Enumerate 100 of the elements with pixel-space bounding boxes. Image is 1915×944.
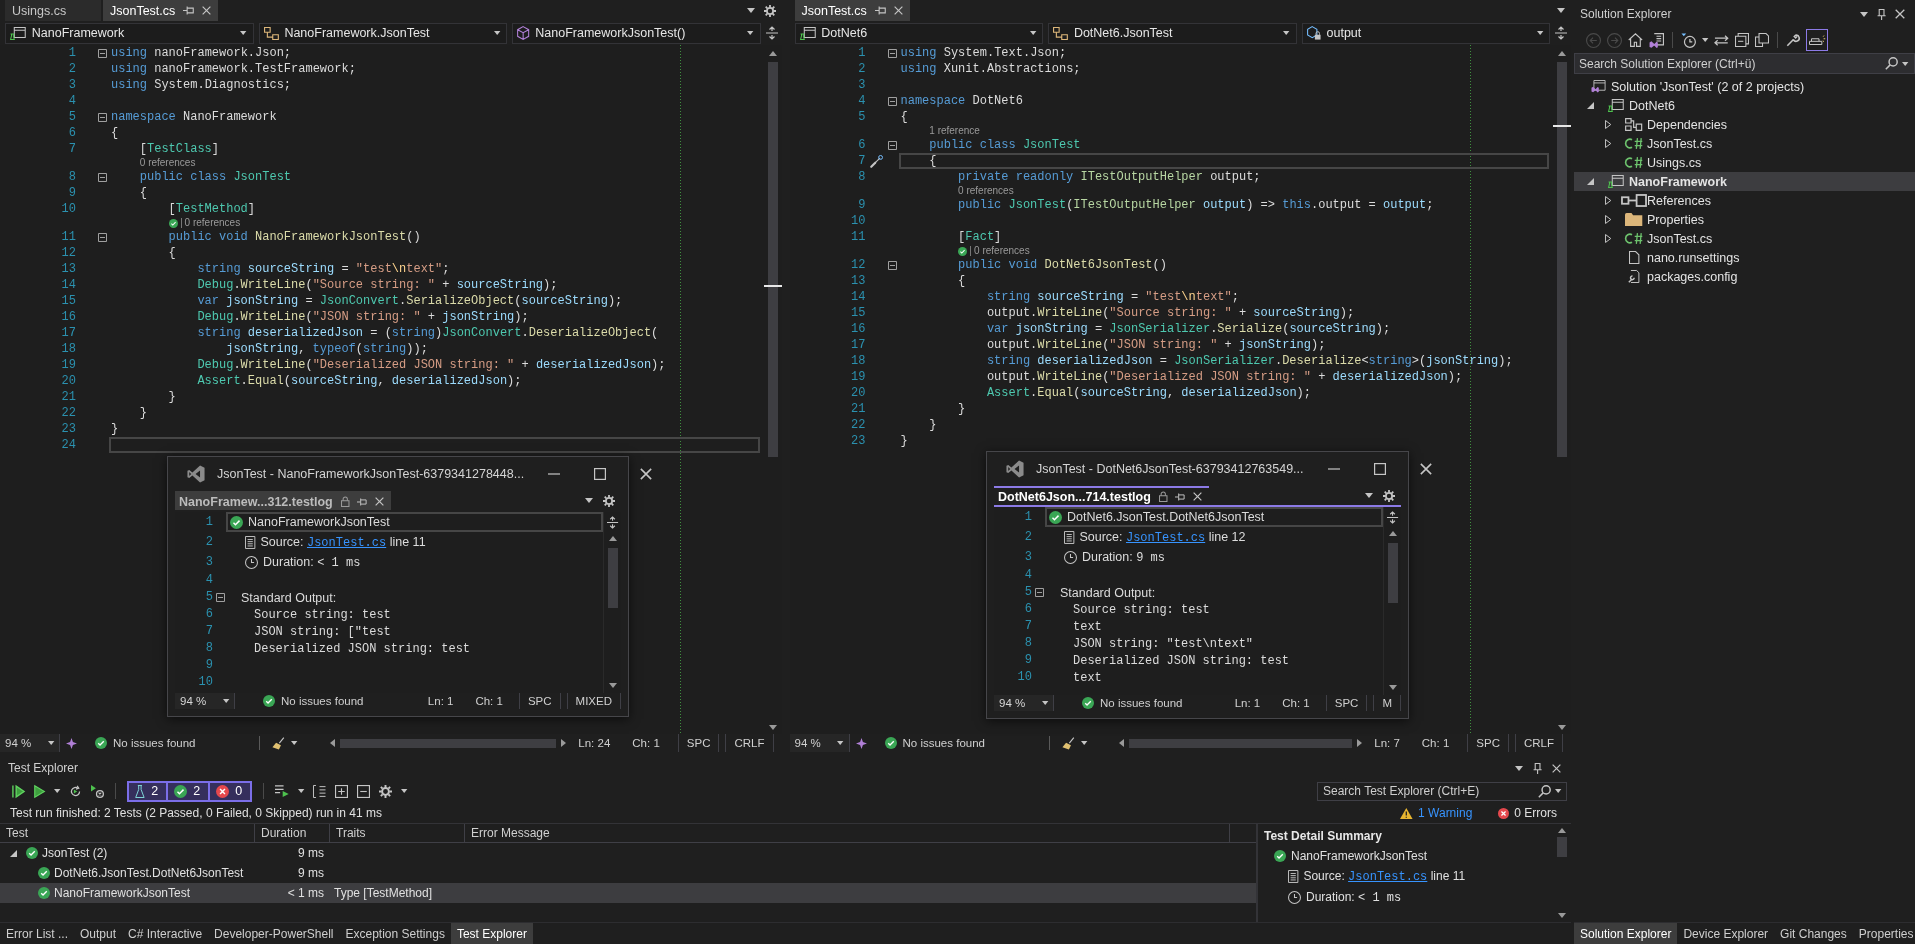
collapse-icon[interactable]: [887, 48, 897, 58]
search-icon[interactable]: [1884, 57, 1898, 70]
line-endings[interactable]: CRLF: [1514, 734, 1563, 752]
filter-button[interactable]: 2: [166, 780, 211, 802]
scrollbar-thumb[interactable]: [1557, 837, 1567, 857]
expanded-arrow-icon[interactable]: [1587, 178, 1594, 185]
document-tab[interactable]: NanoFramew...312.testlog: [175, 491, 391, 510]
sync-icon[interactable]: [1714, 34, 1729, 46]
pin-icon[interactable]: [357, 497, 367, 506]
horizontal-scrollbar[interactable]: [329, 736, 567, 750]
collapse-all-icon[interactable]: [1734, 33, 1749, 47]
run-all-icon[interactable]: [12, 784, 25, 798]
arrow-up-icon[interactable]: [768, 51, 777, 56]
pin-icon[interactable]: [183, 6, 195, 15]
split-icon[interactable]: [606, 516, 619, 529]
collapsed-arrow-icon[interactable]: [1605, 196, 1612, 205]
close-icon[interactable]: [893, 6, 903, 15]
sparkle-icon[interactable]: [855, 737, 867, 749]
pin-icon[interactable]: [1876, 8, 1886, 20]
caret-icon[interactable]: [1080, 741, 1088, 745]
tree-item[interactable]: Usings.cs: [1574, 153, 1915, 172]
codelens-text[interactable]: 0 references: [139, 158, 196, 168]
caret-icon[interactable]: [297, 789, 305, 793]
broom-icon[interactable]: [272, 736, 286, 750]
tool-window-tab[interactable]: Properties: [1852, 923, 1915, 944]
column-header[interactable]: Error Message: [465, 824, 1230, 843]
expand-all-icon[interactable]: [335, 784, 349, 798]
arrow-up-icon[interactable]: [1558, 828, 1566, 833]
switch-views-icon[interactable]: [1648, 32, 1664, 48]
search-field[interactable]: Search Test Explorer (Ctrl+E): [1317, 781, 1567, 801]
codelens-text[interactable]: 0 references: [180, 218, 241, 228]
split-icon[interactable]: [1555, 26, 1567, 40]
column-header[interactable]: Duration: [255, 824, 330, 843]
collapsed-arrow-icon[interactable]: [1605, 120, 1612, 129]
scrollbar-thumb[interactable]: [1129, 738, 1353, 748]
broom-icon[interactable]: [1061, 736, 1075, 750]
tool-window-tab[interactable]: C# Interactive: [122, 923, 209, 944]
tool-window-tab[interactable]: Exception Settings: [339, 923, 451, 944]
pin-icon[interactable]: [1175, 492, 1185, 501]
member-dropdown[interactable]: NanoFrameworkJsonTest(): [512, 22, 761, 44]
arrow-up-icon[interactable]: [608, 536, 617, 541]
arrow-up-icon[interactable]: [1388, 531, 1397, 536]
clock-filter-icon[interactable]: [1680, 32, 1696, 48]
arrow-down-icon[interactable]: [1388, 685, 1397, 690]
screwdriver-icon[interactable]: [870, 154, 883, 168]
scrollbar-thumb[interactable]: [607, 548, 618, 608]
minimize-icon[interactable]: [1327, 468, 1340, 470]
line-endings[interactable]: M: [1373, 695, 1401, 711]
column-header[interactable]: Test: [0, 824, 255, 843]
caret-icon[interactable]: [1701, 38, 1709, 42]
errors-filter[interactable]: 0 Errors: [1498, 806, 1557, 820]
document-tab[interactable]: DotNet6Json...714.testlog: [994, 486, 1209, 505]
collapse-all-icon[interactable]: [357, 784, 371, 798]
collapse-icon[interactable]: [887, 260, 897, 270]
document-tab[interactable]: JsonTest.cs: [103, 0, 219, 21]
arrow-right-icon[interactable]: [1357, 739, 1363, 747]
tree-item[interactable]: JsonTest.cs: [1574, 134, 1915, 153]
sparkle-icon[interactable]: [66, 737, 77, 749]
preview-toggle[interactable]: [1805, 29, 1828, 51]
arrow-left-icon[interactable]: [1119, 739, 1125, 747]
issues-status[interactable]: No issues found: [902, 737, 985, 749]
scrollbar-thumb[interactable]: [1387, 543, 1398, 603]
documents-icon[interactable]: [1754, 33, 1769, 47]
arrow-right-icon[interactable]: [561, 739, 567, 747]
issues-status[interactable]: No issues found: [281, 695, 364, 707]
indent-mode[interactable]: SPC: [518, 693, 561, 709]
issues-status[interactable]: No issues found: [1100, 697, 1183, 709]
tree-item[interactable]: Properties: [1574, 210, 1915, 229]
collapse-icon[interactable]: [887, 96, 897, 106]
playlist-icon[interactable]: [275, 785, 289, 797]
arrow-left-icon[interactable]: [329, 739, 335, 747]
collapse-icon[interactable]: [1035, 588, 1044, 597]
tree-item[interactable]: Dependencies: [1574, 115, 1915, 134]
close-icon[interactable]: [1552, 763, 1561, 773]
caret-icon[interactable]: [1901, 61, 1908, 66]
document-tab[interactable]: JsonTest.cs: [794, 0, 910, 21]
close-icon[interactable]: [640, 468, 653, 480]
close-icon[interactable]: [1419, 463, 1432, 475]
tree-item[interactable]: References: [1574, 191, 1915, 210]
scrollbar-thumb[interactable]: [1557, 62, 1567, 457]
indent-mode[interactable]: SPC: [1467, 734, 1509, 752]
arrow-down-icon[interactable]: [768, 725, 777, 730]
caret-icon[interactable]: [291, 741, 298, 745]
pin-icon[interactable]: [1532, 762, 1542, 774]
home-icon[interactable]: [1628, 33, 1643, 47]
warnings-link[interactable]: 1 Warning: [1400, 806, 1473, 820]
tree-item[interactable]: packages.config: [1574, 267, 1915, 286]
arrow-up-icon[interactable]: [1558, 51, 1566, 56]
type-dropdown[interactable]: DotNet6.JsonTest: [1048, 22, 1297, 44]
test-row[interactable]: NanoFrameworkJsonTest < 1 ms Type [TestMethod]: [0, 883, 1256, 903]
caret-icon[interactable]: [585, 498, 593, 503]
maximize-icon[interactable]: [1373, 463, 1386, 475]
close-icon[interactable]: [374, 497, 384, 506]
expanded-arrow-icon[interactable]: [10, 849, 17, 857]
arrow-down-icon[interactable]: [1558, 725, 1566, 730]
codelens-text[interactable]: 0 references: [958, 186, 1014, 196]
codelens-text[interactable]: 1 reference: [929, 126, 980, 136]
caret-icon[interactable]: [54, 789, 61, 793]
arrow-down-icon[interactable]: [608, 683, 617, 688]
collapse-icon[interactable]: [887, 140, 897, 150]
